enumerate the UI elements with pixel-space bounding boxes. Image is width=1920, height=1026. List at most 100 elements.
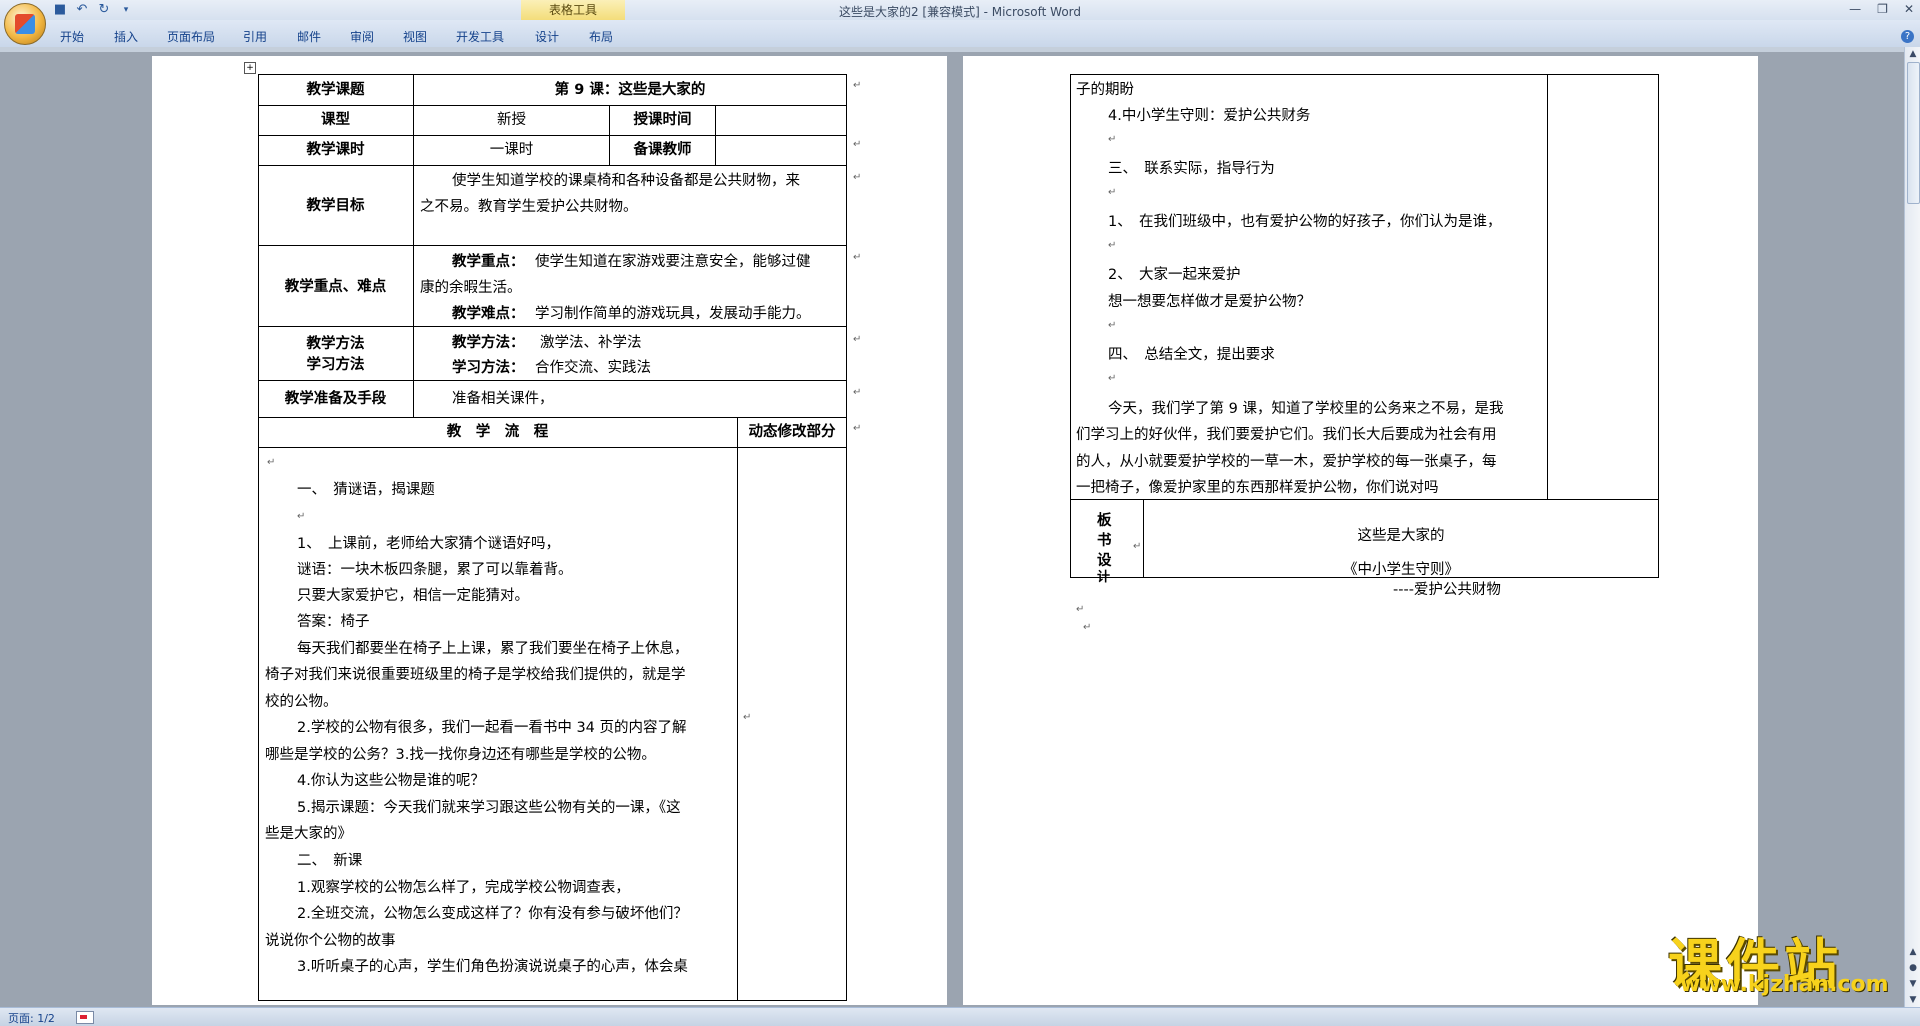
next-page-icon[interactable]: ▼ [1906, 977, 1920, 991]
tab-page-layout[interactable]: 页面布局 [167, 28, 215, 45]
tab-review[interactable]: 审阅 [350, 28, 374, 45]
status-bar: 页面: 1/2 [0, 1007, 1920, 1026]
tab-layout[interactable]: 布局 [589, 28, 613, 45]
methods-label-2: 学习方法 [306, 357, 365, 373]
vertical-scrollbar[interactable]: ▲ ▲ ● ▼ ▼ [1904, 47, 1920, 1007]
board-label-char: 板 [1097, 513, 1112, 529]
office-logo-icon [15, 14, 35, 34]
preparation-value: 准备相关课件， [452, 391, 554, 407]
scroll-up-icon[interactable]: ▲ [1906, 47, 1920, 61]
board-label-char: 设 [1097, 553, 1112, 569]
learning-method-text: 合作交流、实践法 [535, 360, 651, 376]
board-label-char: 书 [1097, 533, 1112, 549]
preparation-label: 教学准备及手段 [284, 391, 387, 407]
table-border [258, 135, 847, 136]
flow-line: 2.学校的公物有很多，我们一起看一看书中 34 页的内容了解 [297, 720, 687, 736]
teaching-method-label: 教学方法： [452, 335, 525, 351]
tab-home[interactable]: 开始 [60, 28, 84, 45]
content-line: 的人，从小就要爱护学校的一草一木，爱护学校的每一张桌子，每 [1076, 454, 1497, 470]
content-line: 三、 联系实际，指导行为 [1108, 161, 1275, 177]
lesson-hours-label: 教学课时 [306, 142, 365, 158]
table-border [258, 165, 847, 166]
table-border [1070, 74, 1659, 75]
paragraph-mark: ↵ [1133, 541, 1142, 552]
maximize-icon[interactable]: ❐ [1877, 2, 1888, 16]
board-label-char: 计 [1097, 570, 1111, 585]
paragraph-mark: ↵ [853, 334, 862, 345]
table-border [258, 380, 847, 381]
flow-line: 2.全班交流，公物怎么变成这样了？你有没有参与破坏他们？ [297, 906, 688, 922]
board-rule: 《中小学生守则》 [1343, 562, 1459, 578]
tab-developer[interactable]: 开发工具 [456, 28, 504, 45]
title-bar: ■ ↶ ↻ ▾ 表格工具 这些是大家的2 [兼容模式] - Microsoft … [0, 0, 1920, 20]
paragraph-mark: ↵ [853, 423, 862, 434]
paragraph-mark: ↵ [1108, 240, 1117, 251]
lesson-title-value: 第 9 课：这些是大家的 [554, 82, 706, 98]
page-indicator[interactable]: 页面: 1/2 [8, 1010, 55, 1026]
teacher-label: 备课教师 [633, 142, 692, 158]
objective-line-1: 使学生知道学校的课桌椅和各种设备都是公共财物，来 [452, 173, 800, 189]
lesson-type-label: 课型 [321, 112, 350, 128]
table-border [1547, 74, 1548, 499]
content-line: 一把椅子，像爱护家里的东西那样爱护公物，你们说对吗 [1076, 480, 1439, 496]
flow-line: 3.听听桌子的心声，学生们角色扮演说说桌子的心声，体会桌 [297, 959, 688, 975]
tab-design[interactable]: 设计 [535, 28, 559, 45]
key-point-text: 使学生知道在家游戏要注意安全，能够过健 [535, 254, 811, 270]
table-move-handle-icon[interactable]: + [244, 62, 256, 74]
methods-label-1: 教学方法 [306, 336, 365, 352]
select-browse-object-icon[interactable]: ● [1906, 961, 1920, 975]
paragraph-mark: ↵ [297, 511, 306, 522]
key-point-label: 教学重点： [452, 254, 525, 270]
objective-line-2: 之不易。教育学生爱护公共财物。 [420, 199, 638, 215]
paragraph-mark: ↵ [853, 139, 862, 150]
tab-insert[interactable]: 插入 [114, 28, 138, 45]
paragraph-mark: ↵ [1108, 320, 1117, 331]
flow-line: 些是大家的》 [265, 826, 352, 842]
table-border [715, 105, 716, 165]
prev-page-icon[interactable]: ▲ [1906, 945, 1920, 959]
objective-label: 教学目标 [306, 198, 365, 214]
tab-mailings[interactable]: 邮件 [297, 28, 321, 45]
page-2[interactable]: 子的期盼 4.中小学生守则：爱护公共财务 三、 联系实际，指导行为 1、 在我们… [963, 56, 1758, 1005]
table-border [258, 1000, 847, 1001]
scroll-down-icon[interactable]: ▼ [1906, 993, 1920, 1007]
paragraph-mark: ↵ [853, 80, 862, 91]
key-points-label: 教学重点、难点 [284, 279, 387, 295]
lesson-type-value: 新授 [497, 112, 526, 128]
lesson-time-label: 授课时间 [633, 112, 692, 128]
paragraph-mark: ↵ [1108, 134, 1117, 145]
watermark-url: www.kjzhan.com [1680, 972, 1889, 997]
board-subtitle: ----爱护公共财物 [1393, 582, 1501, 598]
flow-line: 谜语：一块木板四条腿，累了可以靠着背。 [297, 562, 573, 578]
paragraph-mark: ↵ [1108, 373, 1117, 384]
lesson-title-label: 教学课题 [306, 82, 365, 98]
scroll-thumb[interactable] [1907, 62, 1920, 204]
content-line: 想一想要怎样做才是爱护公物？ [1108, 294, 1311, 310]
tab-view[interactable]: 视图 [403, 28, 427, 45]
flow-line: 答案：椅子 [297, 614, 370, 630]
language-icon[interactable] [76, 1011, 94, 1024]
ribbon-tabs: 开始 插入 页面布局 引用 邮件 审阅 视图 开发工具 设计 布局 [0, 20, 1920, 48]
table-border [1658, 74, 1659, 577]
flow-header: 教 学 流 程 [446, 424, 549, 440]
content-line: 们学习上的好伙伴，我们要爱护它们。我们长大后要成为社会有用 [1076, 427, 1497, 443]
flow-line: 校的公物。 [265, 694, 338, 710]
table-border [258, 326, 847, 327]
tab-references[interactable]: 引用 [243, 28, 267, 45]
minimize-icon[interactable]: — [1849, 2, 1861, 16]
office-button[interactable] [4, 3, 46, 45]
board-title: 这些是大家的 [1357, 528, 1445, 544]
flow-line: 二、 新课 [297, 853, 363, 869]
content-line: 1、 在我们班级中，也有爱护公物的好孩子，你们认为是谁， [1108, 214, 1502, 230]
paragraph-mark: ↵ [1108, 187, 1117, 198]
flow-line: 1、 上课前，老师给大家猜个谜语好吗， [297, 536, 560, 552]
paragraph-mark: ↵ [267, 457, 276, 468]
help-icon[interactable]: ? [1901, 30, 1914, 43]
page-1[interactable]: + 教学课题 第 9 课：这些是大家的 课型 新授 授课时间 教学课时 一课时 … [152, 56, 947, 1005]
flow-line: 说说你个公物的故事 [265, 933, 396, 949]
difficulty-label: 教学难点： [452, 306, 525, 322]
close-icon[interactable]: ✕ [1904, 2, 1914, 16]
flow-line: 每天我们都要坐在椅子上上课，累了我们要坐在椅子上休息， [297, 641, 689, 657]
window-controls: — ❐ ✕ [1849, 2, 1914, 16]
flow-line: 1.观察学校的公物怎么样了，完成学校公物调查表， [297, 880, 630, 896]
